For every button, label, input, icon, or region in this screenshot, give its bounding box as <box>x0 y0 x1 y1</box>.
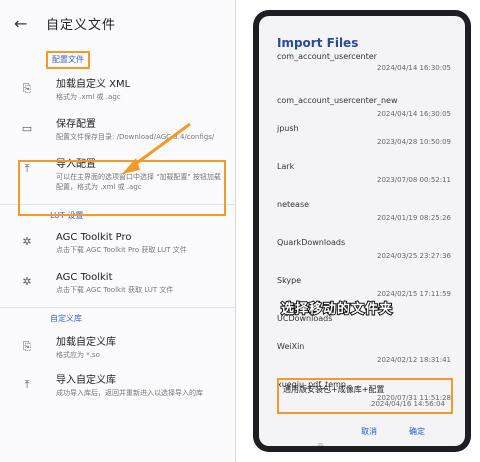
list-item[interactable]: jpush 2023/04/28 10:50:09 <box>271 120 461 158</box>
atom-icon: ✲ <box>22 275 32 288</box>
list-item-target-folder[interactable]: 通用版安装包+成像库+配置 2024/04/16 14:56:04 <box>277 378 453 414</box>
file-date: 2024/01/19 08:25:26 <box>376 214 451 222</box>
list-item[interactable]: Lark 2023/07/08 00:52:11 <box>271 158 461 196</box>
file-name: 通用版安装包+成像库+配置 <box>283 385 385 394</box>
overlay-caption: 选择移动的文件夹 <box>280 301 394 318</box>
item-subtitle: 点击下载 AGC Toolkit Pro 获取 LUT 文件 <box>56 246 187 254</box>
page: ← 自定义文件 配置文件 ⎘ 加载自定义 XML 格式为 .xml 或 .agc… <box>0 0 480 462</box>
file-name: Lark <box>277 162 295 171</box>
list-item-agc-toolkit-pro[interactable]: ✲ AGC Toolkit Pro 点击下载 AGC Toolkit Pro 获… <box>0 231 235 255</box>
item-title: AGC Toolkit <box>56 272 113 283</box>
file-date: 2024/04/16 14:56:04 <box>370 400 445 408</box>
section-header-lib: 自定义库 <box>50 314 82 323</box>
file-date: 2024/02/12 18:31:41 <box>376 356 451 364</box>
list-item[interactable]: com_account_usercenter_new 2024/04/14 16… <box>271 92 461 120</box>
file-import-icon: ⎘ <box>22 340 32 353</box>
file-date: 2024/04/14 16:30:05 <box>376 110 451 118</box>
custom-files-screen: ← 自定义文件 配置文件 ⎘ 加载自定义 XML 格式为 .xml 或 .agc… <box>0 0 236 462</box>
file-name: com_account_usercenter_new <box>277 96 398 105</box>
file-name: jpush <box>277 124 299 133</box>
file-name: QuarkDownloads <box>277 238 346 247</box>
file-name: netease <box>277 200 310 209</box>
file-name: com_account_usercenter <box>277 52 377 61</box>
item-subtitle: 点击下载 AGC Toolkit 获取 LUT 文件 <box>56 286 174 294</box>
list-item[interactable]: QuarkDownloads 2024/03/25 23:27:36 <box>271 234 461 272</box>
file-date: 2024/02/15 17:11:59 <box>376 290 451 298</box>
list-item[interactable]: com_account_usercenter 2024/04/14 16:30:… <box>271 52 461 92</box>
list-item-load-lib[interactable]: ⎘ 加载自定义库 格式应为 *.so <box>0 336 235 360</box>
file-date: 2023/04/28 10:50:09 <box>376 138 451 146</box>
cancel-button[interactable]: 取消 <box>361 426 377 437</box>
list-item-import-lib[interactable]: ⤒ 导入自定义库 成功导入库后，返回并重新进入以选择导入的库 <box>0 374 235 398</box>
section-header-config: 配置文件 <box>46 51 90 69</box>
partial-list-item: 斋 <box>317 442 324 446</box>
dialog-title: Import Files <box>277 36 359 50</box>
item-subtitle: 成功导入库后，返回并重新进入以选择导入的库 <box>56 389 203 397</box>
arrow-annotation-icon <box>122 122 191 174</box>
atom-icon: ✲ <box>22 235 32 248</box>
list-item-agc-toolkit[interactable]: ✲ AGC Toolkit 点击下载 AGC Toolkit 获取 LUT 文件 <box>0 271 235 295</box>
arrow-left-icon[interactable]: ← <box>14 14 36 33</box>
file-name: Skype <box>277 276 302 285</box>
list-item-load-xml[interactable]: ⎘ 加载自定义 XML 格式为 .xml 或 .agc <box>0 78 235 102</box>
file-date: 2024/03/25 23:27:36 <box>376 252 451 260</box>
upload-icon: ⤒ <box>24 378 30 391</box>
item-title: 加载自定义库 <box>56 337 116 348</box>
keyboard-icon: ▭ <box>21 122 33 135</box>
list-item[interactable]: WeiXin 2024/02/12 18:31:41 <box>271 338 461 376</box>
import-files-dialog: Import Files com_account_usercenter 2024… <box>259 16 465 446</box>
item-title: 加载自定义 XML <box>56 79 131 90</box>
file-import-icon: ⎘ <box>22 82 32 95</box>
item-title: 导入自定义库 <box>56 375 116 386</box>
top-app-bar: ← 自定义文件 <box>0 0 235 46</box>
item-subtitle: 格式应为 *.so <box>56 351 100 359</box>
file-name: WeiXin <box>277 342 305 351</box>
page-title: 自定义文件 <box>46 17 117 33</box>
file-date: 2024/04/14 16:30:05 <box>376 64 451 72</box>
phone-frame: Import Files com_account_usercenter 2024… <box>253 10 471 452</box>
dialog-actions: 取消 确定 <box>259 426 465 442</box>
list-item[interactable]: netease 2024/01/19 08:25:26 <box>271 196 461 234</box>
item-title: AGC Toolkit Pro <box>56 232 132 243</box>
file-list: com_account_usercenter 2024/04/14 16:30:… <box>271 52 461 414</box>
ok-button[interactable]: 确定 <box>409 426 425 437</box>
item-subtitle: 格式为 .xml 或 .agc <box>56 93 121 101</box>
file-date: 2023/07/08 00:52:11 <box>376 176 451 184</box>
